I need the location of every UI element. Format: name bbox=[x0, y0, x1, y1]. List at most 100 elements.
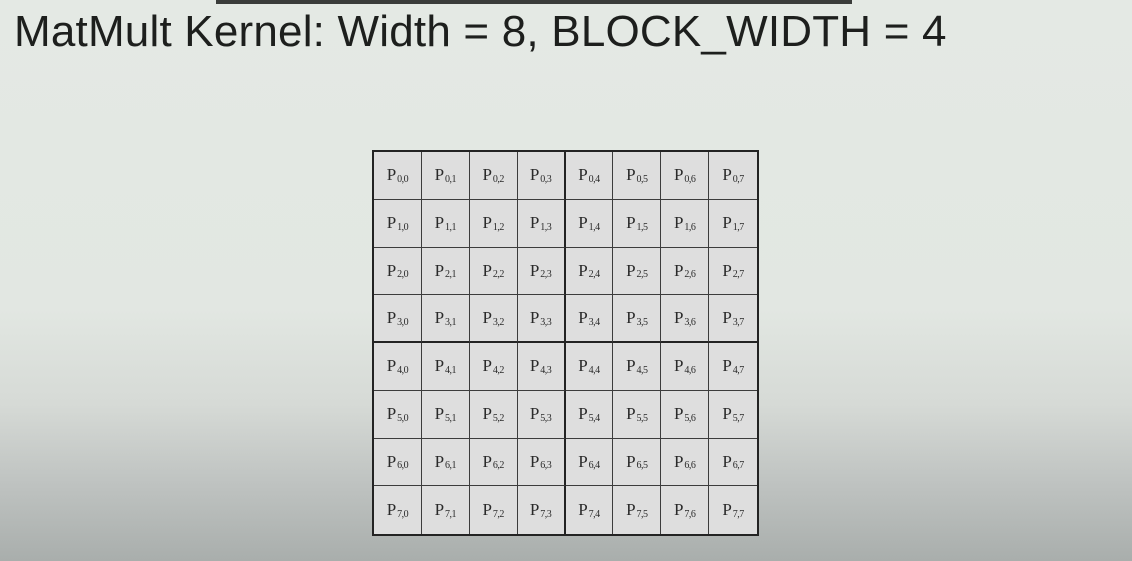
cell-index: 0,6 bbox=[684, 173, 696, 185]
cell-letter: P bbox=[386, 356, 397, 376]
cell-letter: P bbox=[434, 165, 445, 185]
cell-index: 6,6 bbox=[684, 460, 696, 472]
cell-letter: P bbox=[673, 356, 684, 376]
matrix-cell: P 1,2 bbox=[469, 199, 518, 248]
cell-index: 2,6 bbox=[684, 269, 696, 281]
cell-index: 1,4 bbox=[588, 221, 601, 233]
matrix-cell: P 4,6 bbox=[661, 343, 710, 391]
matrix-cell: P 6,4 bbox=[565, 438, 614, 487]
cell-letter: P bbox=[578, 165, 588, 185]
matrix-cell: P 6,6 bbox=[661, 438, 710, 487]
cell-index: 3,4 bbox=[588, 316, 601, 328]
matrix-cell: P 2,5 bbox=[613, 247, 662, 296]
cell-index: 2,7 bbox=[732, 269, 745, 281]
cell-letter: P bbox=[722, 404, 732, 424]
cell-letter: P bbox=[673, 451, 684, 471]
slide-title: MatMult Kernel: Width = 8, BLOCK_WIDTH =… bbox=[14, 7, 947, 56]
matrix-cell: P 1,1 bbox=[421, 199, 470, 248]
cell-index: 4,3 bbox=[540, 364, 552, 376]
cell-letter: P bbox=[434, 308, 445, 328]
cell-index: 6,2 bbox=[492, 460, 505, 472]
matrix-cell: P 5,5 bbox=[613, 390, 662, 439]
cell-index: 1,0 bbox=[397, 221, 409, 233]
cell-index: 2,4 bbox=[588, 269, 601, 281]
matrix-cell: P 5,3 bbox=[517, 390, 566, 439]
cell-index: 6,3 bbox=[540, 460, 552, 472]
cell-index: 5,6 bbox=[684, 412, 696, 424]
cell-index: 4,6 bbox=[684, 364, 696, 376]
cell-index: 3,6 bbox=[684, 316, 696, 328]
cell-letter: P bbox=[529, 500, 540, 520]
cell-letter: P bbox=[482, 404, 492, 424]
cell-letter: P bbox=[434, 356, 445, 376]
cell-index: 4,0 bbox=[397, 364, 409, 376]
cell-index: 3,1 bbox=[445, 316, 457, 328]
matrix-cell: P 6,7 bbox=[709, 438, 757, 487]
cell-index: 4,1 bbox=[445, 364, 457, 376]
cell-index: 5,5 bbox=[636, 412, 649, 424]
matrix-cell: P 7,3 bbox=[517, 486, 566, 534]
cell-index: 1,5 bbox=[636, 221, 649, 233]
cell-index: 6,4 bbox=[588, 460, 601, 472]
cell-letter: P bbox=[386, 308, 397, 328]
cell-letter: P bbox=[482, 451, 492, 471]
cell-index: 7,6 bbox=[684, 508, 696, 520]
cell-letter: P bbox=[578, 451, 588, 471]
matrix-cell: P 3,1 bbox=[421, 295, 470, 343]
matrix-cell: P 6,2 bbox=[469, 438, 518, 487]
cell-letter: P bbox=[434, 213, 445, 233]
matrix-cell: P 5,2 bbox=[469, 390, 518, 439]
matrix-cell: P 6,5 bbox=[613, 438, 662, 487]
cell-letter: P bbox=[722, 500, 732, 520]
matrix-cell: P 7,1 bbox=[421, 486, 470, 534]
cell-index: 4,5 bbox=[636, 364, 649, 376]
matrix-cell: P 7,6 bbox=[661, 486, 710, 534]
cell-index: 4,4 bbox=[588, 364, 601, 376]
cell-letter: P bbox=[722, 308, 732, 328]
cell-index: 2,2 bbox=[492, 269, 505, 281]
matrix-cell: P 1,4 bbox=[565, 199, 614, 248]
cell-index: 1,1 bbox=[445, 221, 457, 233]
matrix-cell: P 3,4 bbox=[565, 295, 614, 343]
cell-letter: P bbox=[386, 451, 397, 471]
matrix-cell: P 0,5 bbox=[613, 152, 662, 200]
cell-letter: P bbox=[482, 165, 492, 185]
cell-letter: P bbox=[578, 404, 588, 424]
matrix-cell: P 0,4 bbox=[565, 152, 614, 200]
matrix-cell: P 4,0 bbox=[374, 343, 422, 391]
cell-index: 5,0 bbox=[397, 412, 409, 424]
cell-index: 7,4 bbox=[588, 508, 601, 520]
cell-index: 1,3 bbox=[540, 221, 552, 233]
cell-letter: P bbox=[529, 308, 540, 328]
cell-letter: P bbox=[529, 451, 540, 471]
cell-letter: P bbox=[529, 213, 540, 233]
cell-letter: P bbox=[434, 404, 445, 424]
matrix-cell: P 3,6 bbox=[661, 295, 710, 343]
cell-letter: P bbox=[386, 404, 397, 424]
matrix-cell: P 3,2 bbox=[469, 295, 518, 343]
cell-letter: P bbox=[482, 308, 492, 328]
matrix-cell: P 2,3 bbox=[517, 247, 566, 296]
cell-letter: P bbox=[434, 451, 445, 471]
cell-index: 4,7 bbox=[732, 364, 745, 376]
cell-index: 7,5 bbox=[636, 508, 649, 520]
cell-letter: P bbox=[482, 260, 492, 280]
cell-letter: P bbox=[482, 500, 492, 520]
matrix-cell: P 4,4 bbox=[565, 343, 614, 391]
cell-index: 5,4 bbox=[588, 412, 601, 424]
matrix-cell: P 7,5 bbox=[613, 486, 662, 534]
matrix-cell: P 5,1 bbox=[421, 390, 470, 439]
cell-index: 6,5 bbox=[636, 460, 649, 472]
cell-letter: P bbox=[673, 260, 684, 280]
cell-letter: P bbox=[722, 165, 732, 185]
cell-letter: P bbox=[529, 356, 540, 376]
cell-index: 0,0 bbox=[397, 173, 409, 185]
cell-letter: P bbox=[578, 213, 588, 233]
cell-letter: P bbox=[722, 213, 732, 233]
matrix-cell: P 2,7 bbox=[709, 247, 757, 296]
cell-index: 7,2 bbox=[492, 508, 505, 520]
matrix-cell: P 6,0 bbox=[374, 438, 422, 487]
matrix-cell: P 5,4 bbox=[565, 390, 614, 439]
cell-letter: P bbox=[386, 260, 397, 280]
cell-letter: P bbox=[722, 260, 732, 280]
